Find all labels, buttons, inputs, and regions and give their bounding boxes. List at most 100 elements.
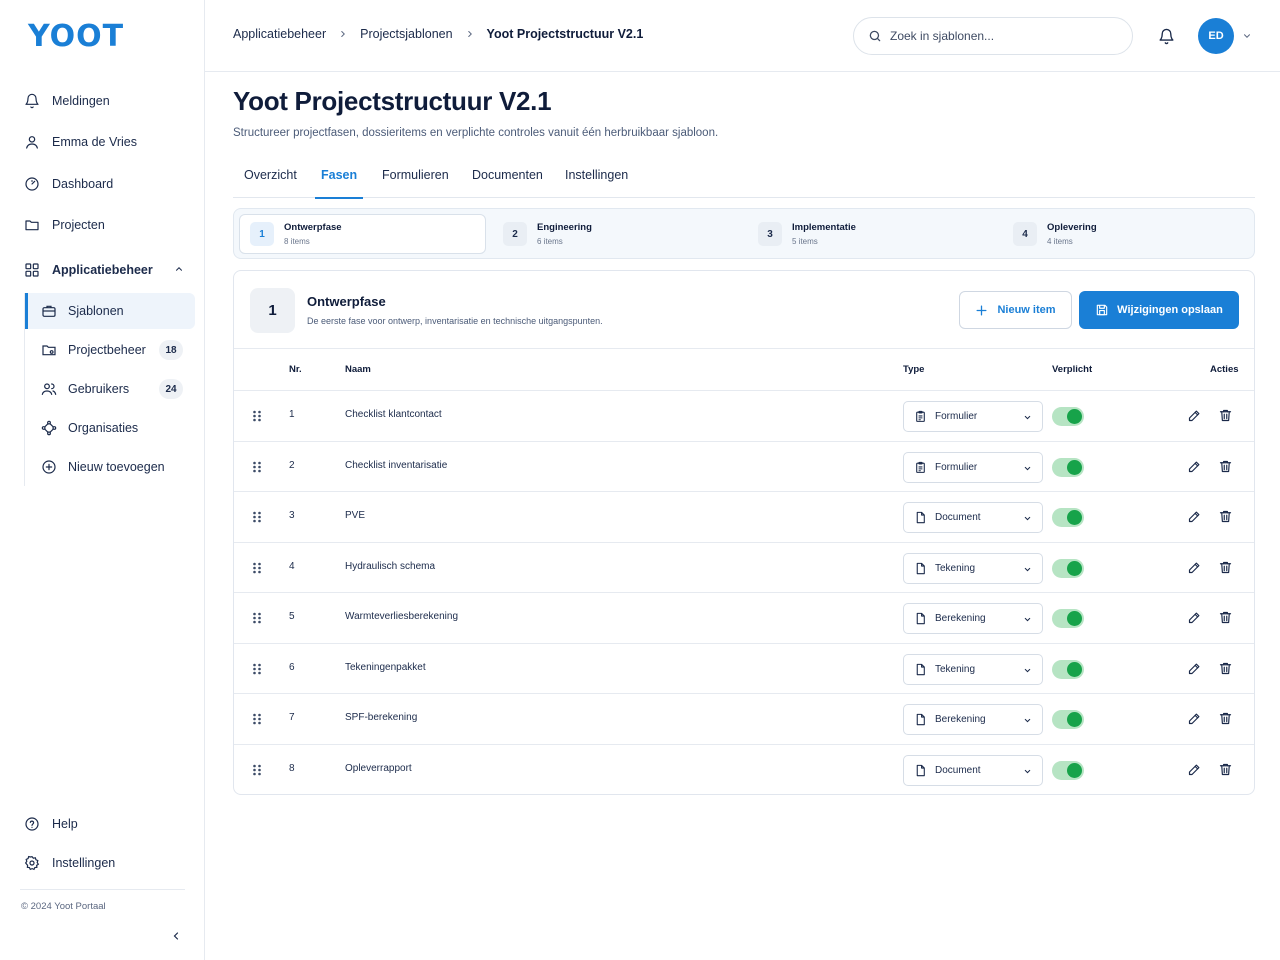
phase-step[interactable]: 3 Implementatie 5 items [748,214,995,254]
collapse-sidebar-button[interactable] [166,926,186,946]
required-toggle[interactable] [1052,710,1084,729]
table-row: 7 SPF-berekening Berekening [234,694,1254,745]
save-changes-button[interactable]: Wijzigingen opslaan [1079,291,1239,329]
table-row: 5 Warmteverliesberekening Berekening [234,593,1254,644]
type-select[interactable]: Berekening [903,704,1043,735]
drag-handle-icon[interactable] [252,712,262,726]
sidebar-section-applicatiebeheer[interactable]: Applicatiebeheer [22,253,194,287]
item-name: Opleverrapport [345,762,412,774]
table-row: 6 Tekeningenpakket Tekening [234,644,1254,694]
tab-overzicht[interactable]: Overzicht [244,160,297,198]
required-toggle[interactable] [1052,457,1084,477]
type-select[interactable]: Tekening [903,552,1043,584]
trash-icon[interactable] [1218,610,1233,625]
table-row: 2 Checklist inventarisatie Formulier [234,442,1254,492]
network-icon [39,418,59,438]
step-count: 6 items [537,237,563,246]
tab-formulieren[interactable]: Formulieren [382,160,449,198]
sidebar-divider [20,889,185,890]
edit-icon[interactable] [1187,509,1202,524]
sidebar-item-organisaties[interactable]: Organisaties [25,410,195,446]
avatar[interactable]: ED [1198,18,1234,54]
item-name: Hydraulisch schema [345,560,436,572]
row-number: 2 [289,459,295,471]
type-select[interactable]: Document [903,754,1043,786]
required-toggle[interactable] [1052,558,1084,578]
drag-handle-icon[interactable] [252,510,262,524]
required-toggle[interactable] [1052,659,1084,679]
sidebar-item-projecten[interactable]: Projecten [22,208,194,242]
tab-fasen[interactable]: Fasen [314,160,364,199]
row-number: 6 [289,661,295,673]
count-badge: 18 [159,340,183,360]
type-select[interactable]: Document [903,502,1043,533]
edit-icon[interactable] [1187,711,1202,726]
sidebar-item-label: Projectbeheer [68,343,146,357]
drag-handle-icon[interactable] [252,561,262,575]
required-toggle[interactable] [1052,407,1084,426]
sidebar-item-gebruikers[interactable]: Gebruikers 24 [25,371,195,407]
drag-handle-icon[interactable] [252,409,262,423]
type-select[interactable]: Formulier [903,451,1043,483]
edit-icon[interactable] [1187,661,1202,676]
tab-instellingen[interactable]: Instellingen [565,160,628,198]
edit-icon[interactable] [1187,762,1202,777]
sidebar-item-projectbeheer[interactable]: Projectbeheer 18 [25,332,195,368]
phase-step[interactable]: 1 Ontwerpfase 8 items [239,214,486,254]
phase-step[interactable]: 4 Oplevering 4 items [1003,214,1250,254]
trash-icon[interactable] [1218,408,1233,423]
required-toggle[interactable] [1052,609,1084,628]
plus-circle-icon [39,457,59,477]
trash-icon[interactable] [1218,509,1233,524]
users-icon [39,379,59,399]
type-select[interactable]: Tekening [903,653,1043,685]
trash-icon[interactable] [1218,459,1233,474]
chevron-down-icon [1023,615,1032,624]
search-input[interactable] [890,29,1110,43]
drag-handle-icon[interactable] [252,611,262,625]
item-name: SPF-berekening [345,712,418,723]
phase-step[interactable]: 2 Engineering 6 items [493,214,740,254]
edit-icon[interactable] [1187,459,1202,474]
sidebar-item-help[interactable]: Help [22,807,194,841]
breadcrumb: Applicatiebeheer Projectsjablonen Yoot P… [233,27,643,41]
type-value: Tekening [935,663,976,675]
new-item-button[interactable]: Nieuw item [959,291,1072,329]
type-select[interactable]: Formulier [903,401,1043,432]
drag-handle-icon[interactable] [252,460,262,474]
edit-icon[interactable] [1187,610,1202,625]
trash-icon[interactable] [1218,661,1233,676]
trash-icon[interactable] [1218,711,1233,726]
folder-icon [22,215,42,235]
edit-icon[interactable] [1187,560,1202,575]
chevron-down-icon[interactable] [1242,31,1252,41]
required-toggle[interactable] [1052,760,1084,780]
breadcrumb-item[interactable]: Projectsjablonen [360,27,452,41]
drag-handle-icon[interactable] [252,662,262,676]
required-toggle[interactable] [1052,508,1084,527]
row-number: 3 [289,510,295,521]
tab-documenten[interactable]: Documenten [472,160,543,198]
type-select[interactable]: Berekening [903,603,1043,634]
sidebar-item-meldingen[interactable]: Meldingen [22,84,194,118]
sidebar-item-profile[interactable]: Emma de Vries [22,125,194,159]
edit-icon[interactable] [1187,408,1202,423]
yoot-logo[interactable]: YOOT [28,22,124,52]
trash-icon[interactable] [1218,560,1233,575]
notifications-button[interactable] [1155,25,1177,47]
step-number: 4 [1013,222,1037,246]
search-box[interactable] [853,17,1133,55]
phase-panel: 1 Ontwerpfase De eerste fase voor ontwer… [233,270,1255,795]
sidebar-item-dashboard[interactable]: Dashboard [22,167,194,201]
sidebar-item-sjablonen[interactable]: Sjablonen [25,293,195,329]
breadcrumb-item[interactable]: Applicatiebeheer [233,27,326,41]
trash-icon[interactable] [1218,762,1233,777]
new-item-label: Nieuw item [997,304,1056,316]
sidebar-item-instellingen[interactable]: Instellingen [22,846,194,880]
sidebar-item-nieuw-toevoegen[interactable]: Nieuw toevoegen [25,449,195,485]
drag-handle-icon[interactable] [252,763,262,777]
chevron-down-icon [1023,413,1032,422]
item-name: PVE [345,510,366,521]
column-header-actions: Acties [1210,364,1239,375]
type-value: Formulier [935,461,978,473]
